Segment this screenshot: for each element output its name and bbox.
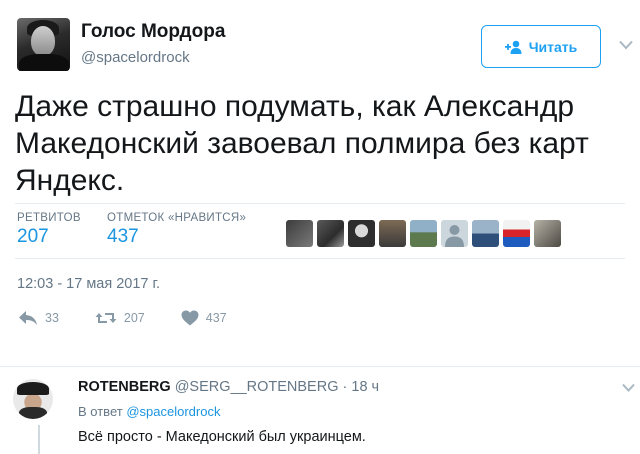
reply-count: 33 [45,311,59,325]
avatar-face-shape [31,26,55,56]
likes-stat[interactable]: ОТМЕТОК «НРАВИТСЯ» 437 [107,212,246,248]
in-reply-prefix: В ответ [78,404,123,419]
reply-author-handle[interactable]: @SERG__ROTENBERG [175,379,339,395]
author-name[interactable]: Голос Мордора [81,21,225,43]
default-user-icon [445,225,464,247]
retweets-count: 207 [17,226,49,247]
reply-author-avatar[interactable] [13,379,53,419]
liker-avatar-3[interactable] [348,220,375,247]
liker-avatar-7[interactable] [472,220,499,247]
reply-time[interactable]: 18 ч [351,379,379,395]
stats-divider-bottom [15,258,625,259]
chevron-down-icon[interactable] [622,383,635,392]
tweet-timestamp[interactable]: 12:03 - 17 мая 2017 г. [17,276,160,292]
stats-divider-top [15,203,625,204]
likers-avatars [286,220,561,247]
retweets-label: РЕТВИТОВ [17,212,81,224]
reply-author-name[interactable]: ROTENBERG [78,379,171,395]
author-avatar[interactable] [17,18,70,71]
liker-avatar-2[interactable] [317,220,344,247]
chevron-down-icon[interactable] [619,40,633,50]
liker-avatar-1[interactable] [286,220,313,247]
reply-header: ROTENBERG @SERG__ROTENBERG · 18 ч [78,379,379,395]
follow-button[interactable]: Читать [481,25,601,68]
author-handle[interactable]: @spacelordrock [81,49,190,66]
reply-icon [19,311,37,325]
heart-icon [181,310,199,326]
tweet-actions: 33 207 437 [18,310,227,326]
likes-label: ОТМЕТОК «НРАВИТСЯ» [107,212,247,224]
in-reply-handle-link[interactable]: @spacelordrock [126,404,220,419]
retweets-stat[interactable]: РЕТВИТОВ 207 [17,212,81,248]
liker-avatar-8[interactable] [503,220,530,247]
in-reply-to: В ответ @spacelordrock [78,404,220,419]
liker-avatar-9[interactable] [534,220,561,247]
main-tweet: Голос Мордора @spacelordrock Читать Даже… [0,0,640,348]
tweet-text: Даже страшно подумать, как Александр Мак… [15,90,589,197]
follow-button-label: Читать [528,38,578,55]
retweet-button[interactable]: 207 [95,310,145,326]
liker-avatar-5[interactable] [410,220,437,247]
default-egg-avatar[interactable] [441,220,468,247]
add-user-icon [504,40,522,54]
reply-separator: · [342,379,348,395]
avatar-hat-shape [17,382,49,395]
like-count: 437 [205,311,227,325]
thread-line [38,425,40,454]
reply-tweet[interactable]: ROTENBERG @SERG__ROTENBERG · 18 ч В отве… [0,366,640,454]
liker-avatar-4[interactable] [379,220,406,247]
reply-text: Всё просто - Македонский был украинцем. [78,429,366,445]
likes-count: 437 [107,226,139,247]
reply-button[interactable]: 33 [18,310,59,326]
like-button[interactable]: 437 [181,310,227,326]
retweet-icon [95,313,117,323]
avatar-body-shape [19,54,69,71]
avatar-shirt-shape [19,407,47,419]
retweet-count: 207 [123,311,145,325]
